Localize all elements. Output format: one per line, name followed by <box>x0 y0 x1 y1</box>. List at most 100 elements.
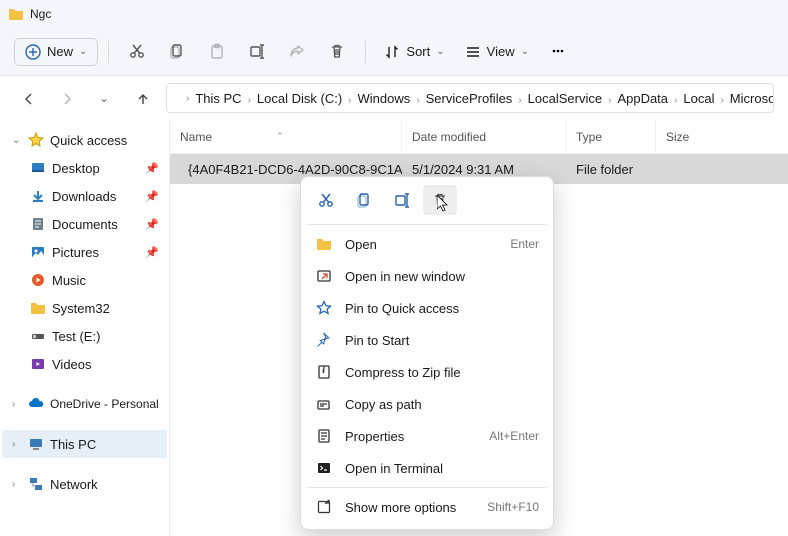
network-icon <box>28 476 44 492</box>
folder-icon <box>8 6 24 22</box>
collapse-icon[interactable]: ⌄ <box>12 135 22 146</box>
paste-icon <box>209 43 226 60</box>
forward-button <box>52 84 80 112</box>
ctx-delete-button[interactable] <box>423 185 457 215</box>
cut-icon <box>129 43 146 60</box>
pc-icon <box>28 436 44 452</box>
context-quickbar <box>307 183 547 221</box>
cursor-icon <box>437 195 454 212</box>
sidebar-item[interactable]: Pictures📌 <box>2 238 167 266</box>
up-icon <box>135 91 150 106</box>
sidebar-item[interactable]: Downloads📌 <box>2 182 167 210</box>
back-button[interactable] <box>14 84 42 112</box>
new-button[interactable]: New ⌄ <box>14 38 98 66</box>
pin-icon: 📌 <box>145 190 159 203</box>
ctx-compress[interactable]: Compress to Zip file <box>307 356 547 388</box>
zip-icon <box>316 364 332 380</box>
sidebar-item[interactable]: Music <box>2 266 167 294</box>
rename-icon <box>249 43 266 60</box>
view-button[interactable]: View ⌄ <box>457 38 537 66</box>
star-icon <box>28 132 44 148</box>
more-button[interactable] <box>541 34 577 70</box>
view-icon <box>465 44 481 60</box>
item-icon <box>30 356 46 372</box>
paste-button <box>199 34 235 70</box>
window-title: Ngc <box>30 7 51 21</box>
sidebar-item[interactable]: Desktop📌 <box>2 154 167 182</box>
more-options-icon <box>316 499 332 515</box>
breadcrumb-item[interactable]: Local Disk (C:) <box>256 89 343 108</box>
pin-icon: 📌 <box>145 162 159 175</box>
sort-button[interactable]: Sort ⌄ <box>376 38 452 66</box>
breadcrumb-item[interactable]: This PC <box>194 89 242 108</box>
quick-access[interactable]: ⌄ Quick access <box>2 126 167 154</box>
item-icon <box>30 160 46 176</box>
breadcrumb-item[interactable]: Microsoft <box>729 89 774 108</box>
navigation-pane: ⌄ Quick access Desktop📌Downloads📌Documen… <box>0 120 170 536</box>
title-bar: Ngc <box>0 0 788 28</box>
delete-button[interactable] <box>319 34 355 70</box>
column-size[interactable]: Size <box>656 120 728 153</box>
column-date[interactable]: Date modified <box>402 120 566 153</box>
sidebar-item[interactable]: Documents📌 <box>2 210 167 238</box>
ctx-more-options[interactable]: Show more optionsShift+F10 <box>307 491 547 523</box>
item-icon <box>30 216 46 232</box>
cut-button[interactable] <box>119 34 155 70</box>
up-button[interactable] <box>128 84 156 112</box>
chevron-down-icon: ⌄ <box>521 46 529 57</box>
ctx-copy-button[interactable] <box>347 185 381 215</box>
back-icon <box>21 91 36 106</box>
breadcrumb-item[interactable]: LocalService <box>527 89 603 108</box>
nav-bar: ⌄ › This PC›Local Disk (C:)›Windows›Serv… <box>0 76 788 120</box>
sort-indicator-icon: ⌃ <box>276 131 284 142</box>
command-bar: New ⌄ Sort ⌄ View ⌄ <box>0 28 788 76</box>
pin-icon: 📌 <box>145 246 159 259</box>
ctx-pin-start[interactable]: Pin to Start <box>307 324 547 356</box>
sidebar-item[interactable]: Videos <box>2 350 167 378</box>
copy-icon <box>356 192 373 209</box>
expand-icon[interactable]: › <box>12 399 22 410</box>
plus-icon <box>25 44 41 60</box>
chevron-down-icon: ⌄ <box>79 46 87 57</box>
terminal-icon <box>316 460 332 476</box>
new-window-icon <box>316 268 332 284</box>
item-icon <box>30 244 46 260</box>
context-menu: OpenEnter Open in new window Pin to Quic… <box>300 176 554 530</box>
item-icon <box>30 272 46 288</box>
sidebar-item[interactable]: System32 <box>2 294 167 322</box>
sidebar-item[interactable]: Test (E:) <box>2 322 167 350</box>
column-name[interactable]: Name⌃ <box>170 120 402 153</box>
breadcrumb-item[interactable]: AppData <box>616 89 669 108</box>
forward-icon <box>59 91 74 106</box>
recent-button[interactable]: ⌄ <box>90 84 118 112</box>
pin-icon <box>316 332 332 348</box>
ctx-open[interactable]: OpenEnter <box>307 228 547 260</box>
ctx-cut-button[interactable] <box>309 185 343 215</box>
cut-icon <box>318 192 335 209</box>
star-outline-icon <box>316 300 332 316</box>
chevron-down-icon: ⌄ <box>436 46 444 57</box>
item-icon <box>30 300 46 316</box>
copy-path-icon <box>316 396 332 412</box>
ctx-properties[interactable]: PropertiesAlt+Enter <box>307 420 547 452</box>
breadcrumb-item[interactable]: ServiceProfiles <box>425 89 514 108</box>
copy-button[interactable] <box>159 34 195 70</box>
address-bar[interactable]: › This PC›Local Disk (C:)›Windows›Servic… <box>166 83 774 113</box>
share-button <box>279 34 315 70</box>
breadcrumb-item[interactable]: Local <box>682 89 715 108</box>
network[interactable]: › Network <box>2 470 167 498</box>
ctx-new-window[interactable]: Open in new window <box>307 260 547 292</box>
expand-icon[interactable]: › <box>12 479 22 490</box>
ctx-pin-quick[interactable]: Pin to Quick access <box>307 292 547 324</box>
ctx-terminal[interactable]: Open in Terminal <box>307 452 547 484</box>
ctx-rename-button[interactable] <box>385 185 419 215</box>
breadcrumb-item[interactable]: Windows <box>357 89 412 108</box>
chevron-down-icon: ⌄ <box>99 91 109 105</box>
cloud-icon <box>28 396 44 412</box>
expand-icon[interactable]: › <box>12 439 22 450</box>
rename-button[interactable] <box>239 34 275 70</box>
item-icon <box>30 188 46 204</box>
this-pc[interactable]: › This PC <box>2 430 167 458</box>
column-type[interactable]: Type <box>566 120 656 153</box>
onedrive[interactable]: › OneDrive - Personal <box>2 390 167 418</box>
